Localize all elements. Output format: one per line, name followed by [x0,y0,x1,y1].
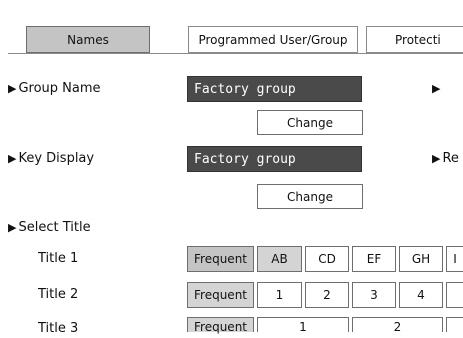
right-label-1: ▶ [432,78,442,98]
title2-key-1[interactable]: 1 [257,282,302,308]
right-label-2: ▶ Re [432,148,459,168]
group-name-change-button[interactable]: Change [257,110,363,135]
arrow-right-icon: ▶ [8,151,17,165]
group-name-label-text: Group Name [18,80,101,96]
key-display-change-button[interactable]: Change [257,184,363,209]
group-name-label: ▶ Group Name [8,78,101,98]
title3-key-1[interactable]: 1 [257,317,349,334]
title1-key-frequent[interactable]: Frequent [187,246,254,272]
tab-protection[interactable]: Protecti [366,26,463,53]
tab-programmed-user-group[interactable]: Programmed User/Group [188,26,358,53]
title-1-label: Title 1 [38,250,79,266]
group-name-field[interactable]: Factory group [187,76,362,102]
title-2-label: Title 2 [38,286,79,302]
select-title-label-text: Select Title [18,219,91,235]
title2-key-frequent[interactable]: Frequent [187,282,254,308]
title1-key-cd[interactable]: CD [305,246,349,272]
key-display-field[interactable]: Factory group [187,146,362,172]
title3-key-3[interactable] [446,317,463,332]
title1-key-gh[interactable]: GH [399,246,443,272]
title1-key-i[interactable]: I [446,246,463,272]
title2-key-5[interactable] [446,282,463,308]
title3-key-frequent[interactable]: Frequent [187,317,254,334]
title2-key-2[interactable]: 2 [305,282,349,308]
title2-key-4[interactable]: 4 [399,282,443,308]
tab-divider [8,53,463,54]
right-label-2-text: Re [442,150,459,166]
key-display-label-text: Key Display [18,150,95,166]
arrow-right-icon: ▶ [432,81,441,95]
title2-key-3[interactable]: 3 [352,282,396,308]
key-display-label: ▶ Key Display [8,148,94,168]
title3-key-2[interactable]: 2 [352,317,443,334]
select-title-label: ▶ Select Title [8,217,91,237]
title1-key-ef[interactable]: EF [352,246,396,272]
title-3-label: Title 3 [38,320,79,336]
arrow-right-icon: ▶ [8,81,17,95]
arrow-right-icon: ▶ [432,151,441,165]
arrow-right-icon: ▶ [8,220,17,234]
tab-names[interactable]: Names [26,26,150,53]
title1-key-ab[interactable]: AB [257,246,302,272]
